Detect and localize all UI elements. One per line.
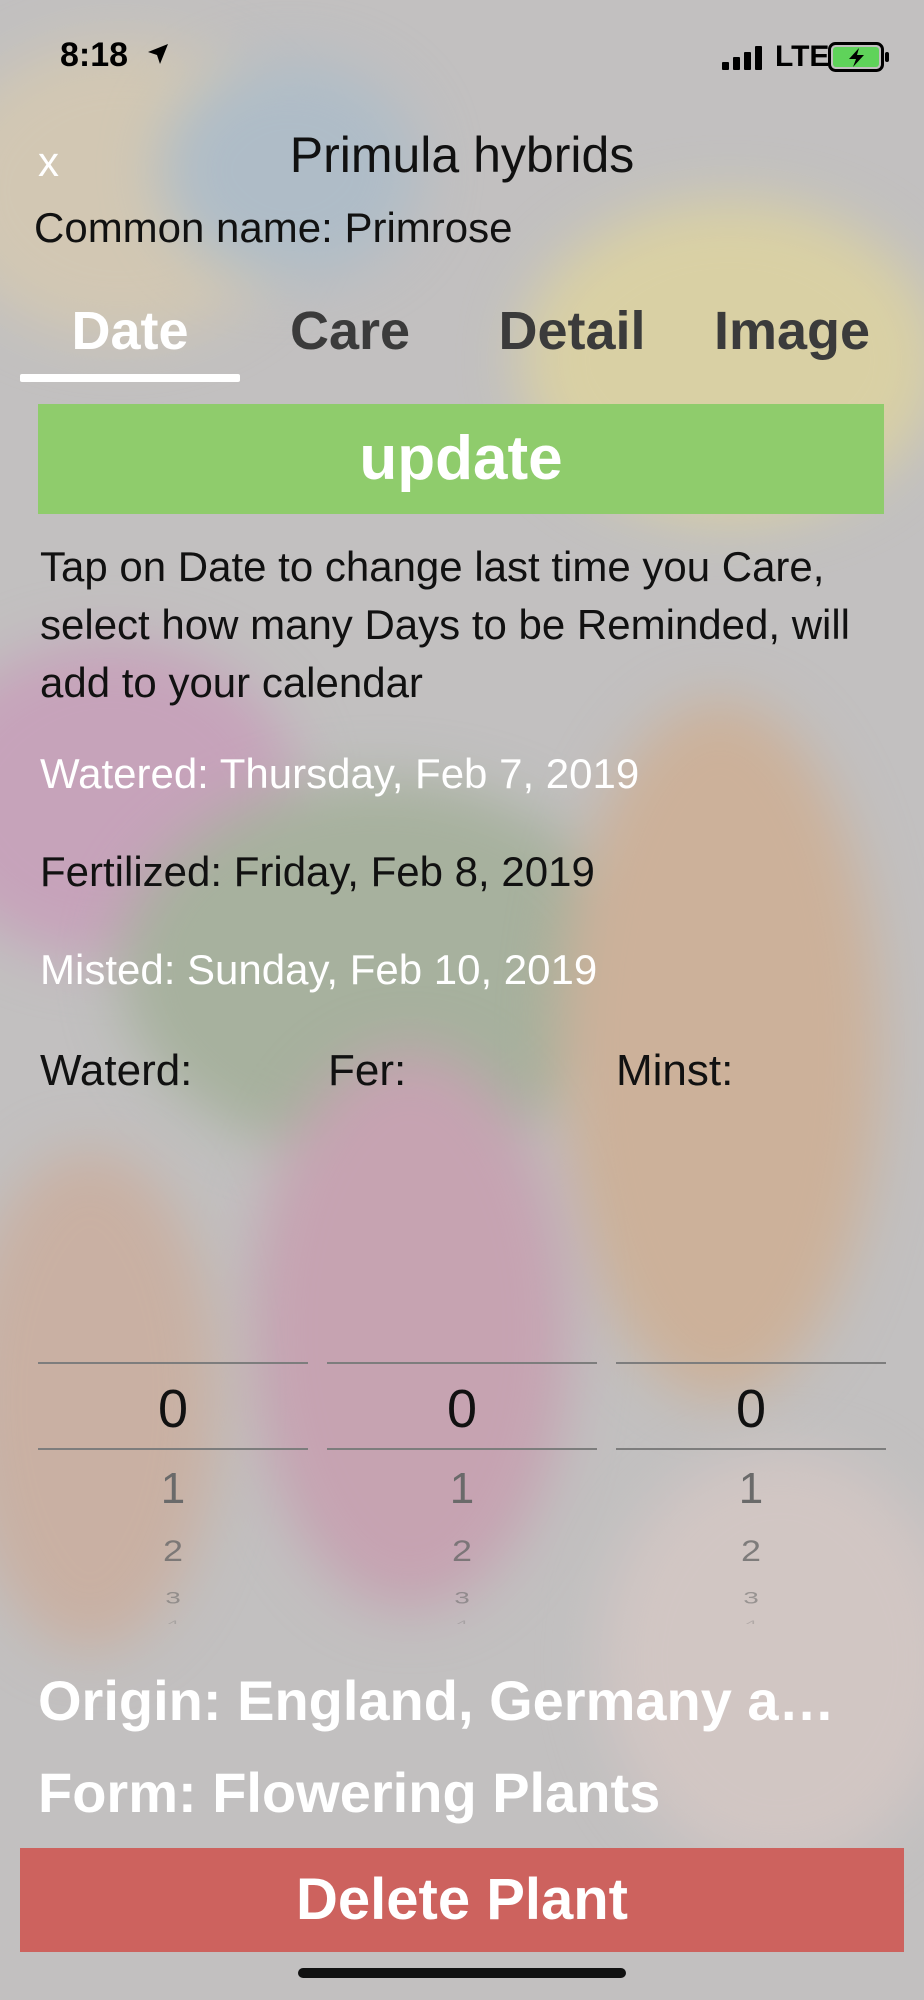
cellular-signal-icon (722, 46, 762, 70)
watered-days-label: Waterd: (40, 1046, 193, 1095)
home-indicator (298, 1968, 626, 1978)
tab-care[interactable]: Care (240, 300, 460, 362)
tab-date[interactable]: Date (20, 300, 240, 362)
form-info: Form: Flowering Plants (38, 1761, 661, 1824)
misted-days-label: Minst: (616, 1046, 734, 1095)
instructions-text: Tap on Date to change last time you Care… (40, 543, 851, 706)
picker-option[interactable]: 2 (38, 1534, 308, 1568)
picker-selection-line (327, 1448, 597, 1450)
picker-selected-value: 0 (446, 1379, 478, 1439)
picker-selected-value: 0 (157, 1379, 189, 1439)
battery-charging-icon (828, 42, 889, 72)
picker-option[interactable]: 4 (327, 1619, 597, 1624)
picker-option[interactable]: 4 (616, 1619, 886, 1624)
delete-plant-button[interactable]: Delete Plant (20, 1848, 904, 1952)
network-type-label: LTE (775, 40, 830, 73)
watered-date[interactable]: Watered: Thursday, Feb 7, 2019 (40, 750, 639, 798)
update-button[interactable]: update (38, 404, 884, 514)
picker-selection-line (616, 1448, 886, 1450)
picker-option[interactable]: 3 (327, 1588, 597, 1607)
misted-days-picker[interactable]: 0 1 2 3 4 (616, 1362, 886, 1624)
picker-option[interactable]: 1 (327, 1464, 597, 1514)
origin-info: Origin: England, Germany a… (38, 1669, 835, 1732)
picker-option[interactable]: 3 (616, 1588, 886, 1607)
picker-option[interactable]: 1 (616, 1464, 886, 1514)
picker-option[interactable]: 4 (38, 1619, 308, 1624)
active-tab-indicator (20, 374, 240, 382)
fertilized-days-picker[interactable]: 0 1 2 3 4 (327, 1362, 597, 1624)
picker-selected-value: 0 (735, 1379, 767, 1439)
common-name: Common name: Primrose (34, 204, 513, 251)
picker-selection-line (38, 1362, 308, 1364)
picker-selection-line (327, 1362, 597, 1364)
misted-date[interactable]: Misted: Sunday, Feb 10, 2019 (40, 946, 597, 994)
fertilized-date[interactable]: Fertilized: Friday, Feb 8, 2019 (40, 848, 595, 896)
picker-selection-line (616, 1362, 886, 1364)
picker-option[interactable]: 1 (38, 1464, 308, 1514)
picker-option[interactable]: 2 (327, 1534, 597, 1568)
picker-option[interactable]: 3 (38, 1588, 308, 1607)
watered-days-picker[interactable]: 0 1 2 3 4 (38, 1362, 308, 1624)
plant-title: Primula hybrids (289, 127, 635, 183)
status-bar: 8:18 LTE (0, 0, 924, 110)
tab-image[interactable]: Image (682, 300, 902, 362)
status-time: 8:18 (60, 36, 129, 74)
tab-detail[interactable]: Detail (462, 300, 682, 362)
fertilized-days-label: Fer: (328, 1046, 407, 1095)
location-arrow-icon (148, 44, 168, 64)
picker-option[interactable]: 2 (616, 1534, 886, 1568)
picker-selection-line (38, 1448, 308, 1450)
